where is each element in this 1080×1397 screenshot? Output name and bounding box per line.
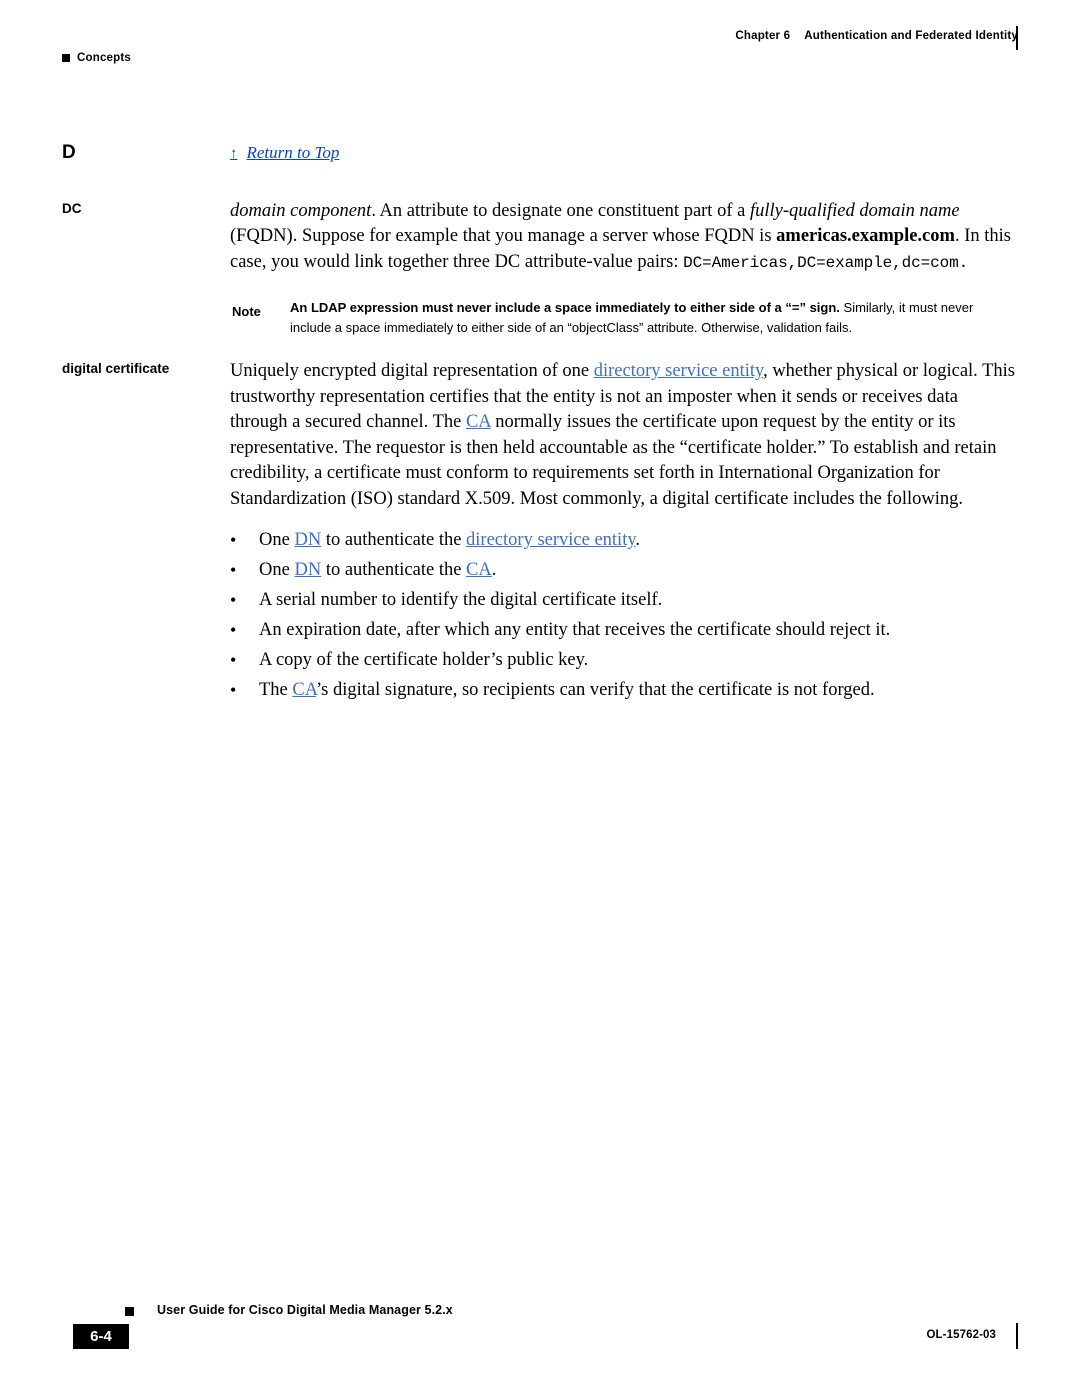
list-item-text: A serial number to identify the digital … [259, 590, 663, 610]
bullet-icon: • [230, 560, 237, 580]
dc-def-fqdn-bold: americas.example.com [776, 226, 955, 246]
bullet-icon: • [230, 620, 237, 640]
b1-seg1: One [259, 560, 295, 580]
glossary-term-digital-certificate: digital certificate [62, 361, 170, 376]
list-item-text: The CA’s digital signature, so recipient… [259, 678, 875, 702]
list-item-text: One DN to authenticate the directory ser… [259, 528, 640, 552]
b5-seg1: The [259, 680, 293, 700]
b0-seg1: One [259, 530, 295, 550]
bullet-icon: • [230, 530, 237, 550]
header-section-label: Concepts [77, 52, 131, 64]
bullet-icon: • [230, 590, 237, 610]
bullet-icon: • [230, 650, 237, 670]
list-item: • One DN to authenticate the CA. [230, 558, 1018, 582]
header-chapter-label: Chapter 6 [735, 30, 791, 42]
header-rule [1016, 26, 1018, 50]
page-number-badge: 6-4 [73, 1324, 129, 1349]
footer-square-icon [125, 1307, 134, 1316]
return-to-top-link[interactable]: ↑ Return to Top [230, 140, 1018, 168]
return-to-top-label: Return to Top [246, 143, 340, 162]
list-item: • The CA’s digital signature, so recipie… [230, 678, 1018, 702]
link-ca[interactable]: CA [466, 412, 491, 432]
dc-def-attribute-pairs: DC=Americas,DC=example,dc=com. [683, 253, 969, 272]
link-dn[interactable]: DN [294, 530, 321, 550]
list-item: • An expiration date, after which any en… [230, 618, 1018, 642]
page-footer: User Guide for Cisco Digital Media Manag… [62, 1303, 1018, 1351]
list-item-text: An expiration date, after which any enti… [259, 620, 891, 640]
square-bullet-icon [62, 54, 70, 62]
note-label: Note [232, 304, 261, 319]
glossary-definition-dc: domain component. An attribute to design… [230, 199, 1018, 338]
b1-seg3: . [491, 560, 497, 580]
b5-seg2: ’s digital signature, so recipients can … [316, 680, 875, 700]
glossary-content: D ↑ Return to Top DC domain component. A… [62, 140, 1018, 708]
link-directory-service-entity[interactable]: directory service entity [466, 530, 635, 550]
link-ca[interactable]: CA [292, 680, 316, 700]
bullet-icon: • [230, 680, 237, 700]
dc-def-seg-a: . An attribute to designate one constitu… [371, 200, 750, 221]
digcert-seg-1: Uniquely encrypted digital representatio… [230, 361, 594, 381]
footer-guide-title: User Guide for Cisco Digital Media Manag… [157, 1303, 453, 1317]
list-item-text: One DN to authenticate the CA. [259, 558, 496, 582]
list-item: • A copy of the certificate holder’s pub… [230, 648, 1018, 672]
dc-def-seg-b: (FQDN). Suppose for example that you man… [230, 226, 777, 246]
note-block: Note An LDAP expression must never inclu… [230, 298, 1018, 337]
arrow-up-icon: ↑ [230, 146, 238, 162]
glossary-definition-digital-certificate: Uniquely encrypted digital representatio… [230, 359, 1018, 708]
header-right-group: Chapter 6 Authentication and Federated I… [735, 30, 1018, 42]
glossary-entry-dc: DC domain component. An attribute to des… [62, 199, 1018, 338]
note-bold-text: An LDAP expression must never include a … [290, 300, 840, 315]
footer-rule [1016, 1323, 1018, 1349]
link-directory-service-entity[interactable]: directory service entity [594, 361, 763, 381]
glossary-term-dc: DC [62, 200, 82, 216]
list-item-text: A copy of the certificate holder’s publi… [259, 650, 589, 670]
glossary-letter: D [62, 142, 76, 163]
page-header: Concepts Chapter 6 Authentication and Fe… [62, 26, 1018, 74]
header-chapter-title: Authentication and Federated Identity [804, 30, 1018, 42]
dc-def-term-italic: domain component [230, 200, 372, 221]
list-item: • One DN to authenticate the directory s… [230, 528, 1018, 552]
b1-seg2: to authenticate the [321, 560, 467, 580]
link-dn[interactable]: DN [294, 560, 321, 580]
header-left-group: Concepts [62, 52, 131, 64]
link-ca[interactable]: CA [466, 560, 492, 580]
b0-seg2: to authenticate the [321, 530, 467, 550]
letter-heading-row: D ↑ Return to Top [62, 140, 1018, 168]
note-body: An LDAP expression must never include a … [290, 298, 1018, 337]
digital-certificate-bullet-list: • One DN to authenticate the directory s… [230, 528, 1018, 702]
list-item: • A serial number to identify the digita… [230, 588, 1018, 612]
footer-doc-id: OL-15762-03 [926, 1329, 996, 1341]
glossary-entry-digital-certificate: digital certificate Uniquely encrypted d… [62, 359, 1018, 708]
b0-seg3: . [635, 530, 641, 550]
dc-def-fqdn-italic: fully-qualified domain name [749, 200, 960, 221]
